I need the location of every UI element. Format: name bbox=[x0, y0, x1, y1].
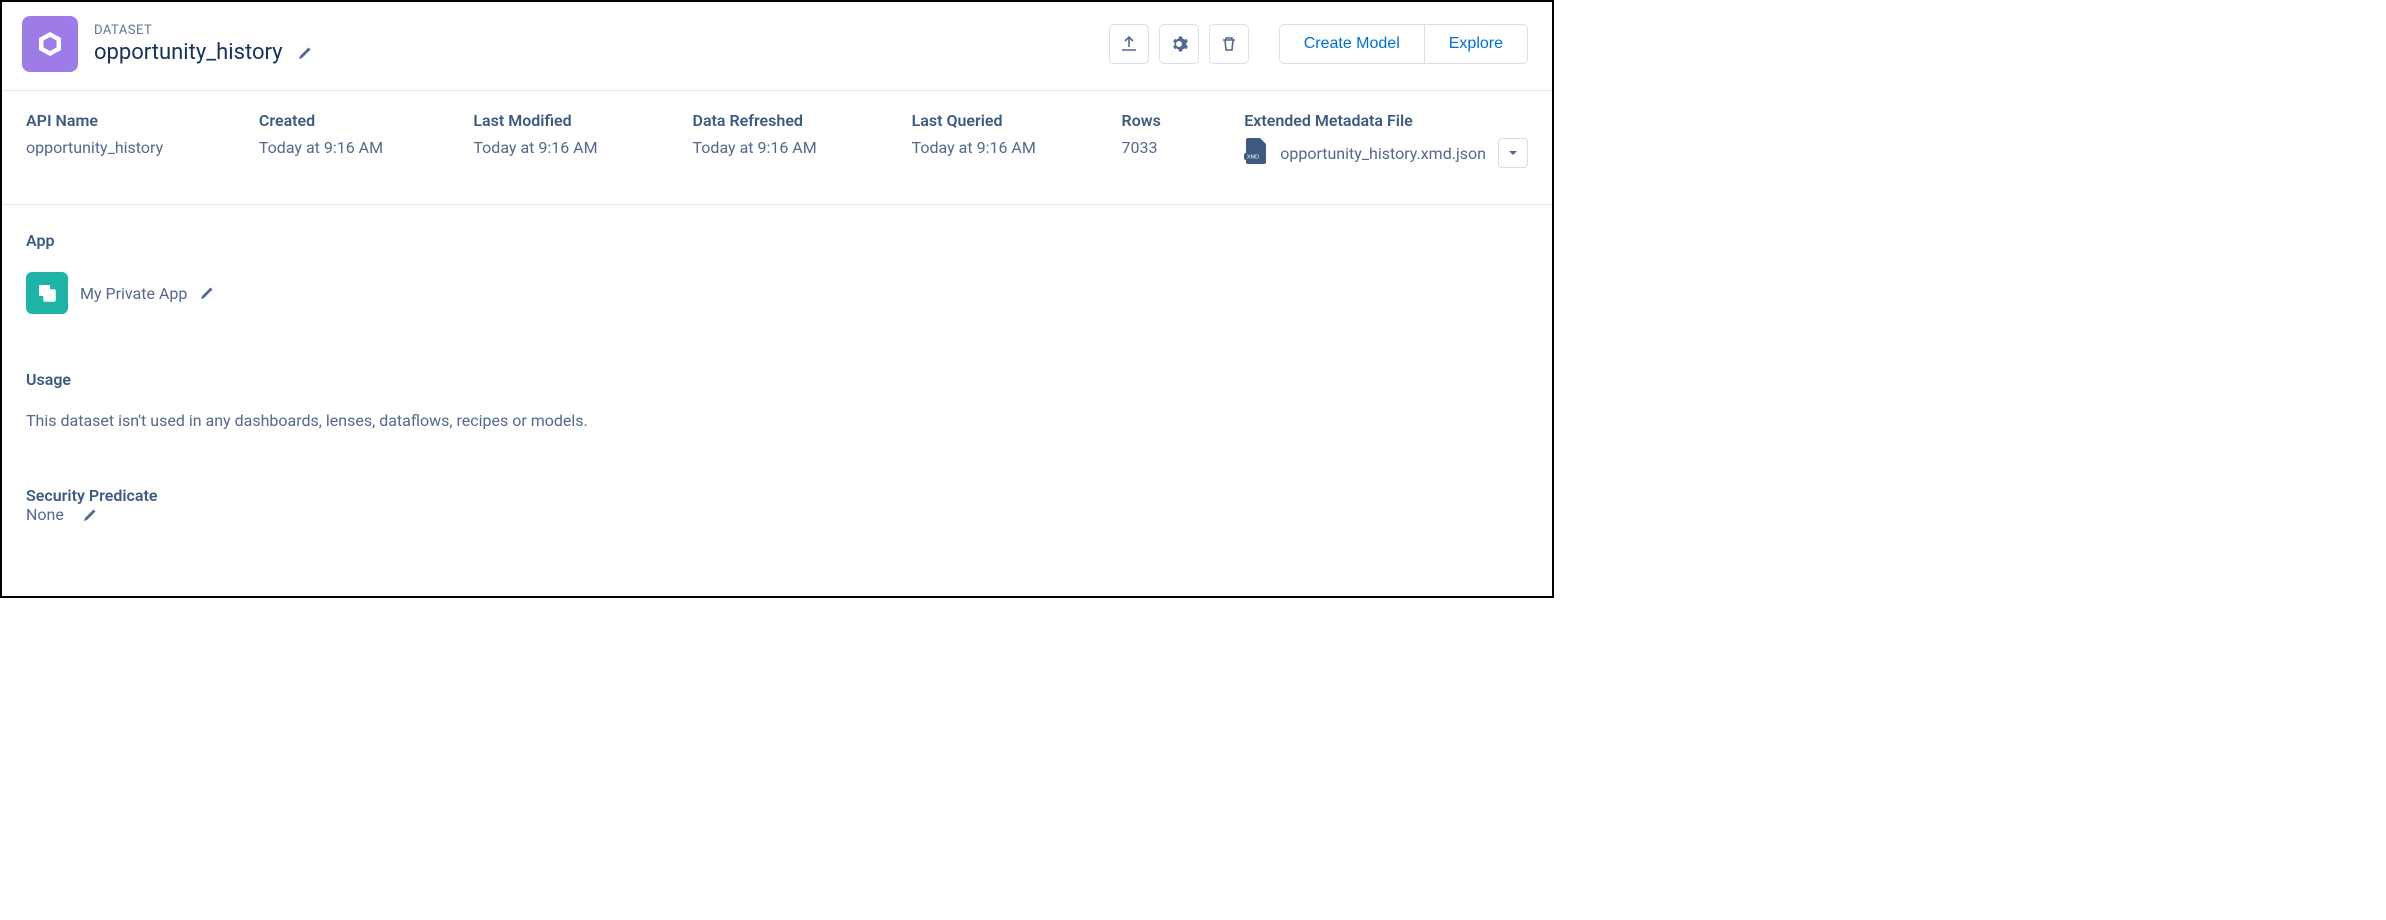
edit-predicate-icon[interactable] bbox=[82, 507, 98, 523]
header-left: DATASET opportunity_history bbox=[22, 16, 1109, 72]
header-actions: Create Model Explore bbox=[1109, 24, 1528, 64]
meta-label: Last Modified bbox=[473, 111, 652, 130]
usage-text: This dataset isn't used in any dashboard… bbox=[26, 411, 1528, 430]
predicate-value: None bbox=[26, 505, 64, 524]
meta-value: Today at 9:16 AM bbox=[473, 138, 652, 157]
page-header: DATASET opportunity_history Create Model… bbox=[2, 2, 1552, 91]
section-title: App bbox=[26, 231, 1528, 250]
meta-last-modified: Last Modified Today at 9:16 AM bbox=[473, 111, 652, 168]
meta-value: opportunity_history bbox=[26, 138, 219, 157]
meta-last-queried: Last Queried Today at 9:16 AM bbox=[912, 111, 1082, 168]
delete-button[interactable] bbox=[1209, 24, 1249, 64]
meta-rows: Rows 7033 bbox=[1122, 111, 1205, 168]
meta-api-name: API Name opportunity_history bbox=[26, 111, 219, 168]
upload-button[interactable] bbox=[1109, 24, 1149, 64]
dataset-icon bbox=[22, 16, 78, 72]
section-security-predicate: Security Predicate None bbox=[26, 486, 1528, 524]
meta-label: Data Refreshed bbox=[693, 111, 872, 130]
create-model-button[interactable]: Create Model bbox=[1279, 24, 1424, 64]
settings-button[interactable] bbox=[1159, 24, 1199, 64]
app-name: My Private App bbox=[80, 284, 187, 303]
title-group: DATASET opportunity_history bbox=[94, 23, 313, 65]
section-title: Usage bbox=[26, 370, 1528, 389]
meta-created: Created Today at 9:16 AM bbox=[259, 111, 434, 168]
primary-button-group: Create Model Explore bbox=[1279, 24, 1528, 64]
meta-value: Today at 9:16 AM bbox=[693, 138, 872, 157]
meta-data-refreshed: Data Refreshed Today at 9:16 AM bbox=[693, 111, 872, 168]
meta-value: Today at 9:16 AM bbox=[912, 138, 1082, 157]
title-row: opportunity_history bbox=[94, 40, 313, 65]
section-usage: Usage This dataset isn't used in any das… bbox=[26, 370, 1528, 430]
metadata-row: API Name opportunity_history Created Tod… bbox=[2, 91, 1552, 205]
explore-button[interactable]: Explore bbox=[1424, 24, 1528, 64]
xmd-file-icon: XMD bbox=[1244, 138, 1268, 168]
xmd-filename: opportunity_history.xmd.json bbox=[1280, 144, 1486, 163]
type-label: DATASET bbox=[94, 23, 313, 38]
meta-label: Extended Metadata File bbox=[1244, 111, 1528, 130]
edit-app-icon[interactable] bbox=[199, 285, 215, 301]
meta-value: 7033 bbox=[1122, 138, 1205, 157]
meta-label: API Name bbox=[26, 111, 219, 130]
predicate-row: None bbox=[26, 505, 1528, 524]
meta-label: Rows bbox=[1122, 111, 1205, 130]
app-icon bbox=[26, 272, 68, 314]
xmd-file-row: XMD opportunity_history.xmd.json bbox=[1244, 138, 1528, 168]
app-row: My Private App bbox=[26, 272, 1528, 314]
meta-xmd: Extended Metadata File XMD opportunity_h… bbox=[1244, 111, 1528, 168]
meta-label: Created bbox=[259, 111, 434, 130]
edit-title-icon[interactable] bbox=[297, 45, 313, 61]
meta-label: Last Queried bbox=[912, 111, 1082, 130]
svg-text:XMD: XMD bbox=[1247, 155, 1259, 161]
page-title: opportunity_history bbox=[94, 40, 283, 65]
section-title: Security Predicate bbox=[26, 486, 1528, 505]
content-area: App My Private App Usage This dataset is… bbox=[2, 205, 1552, 606]
section-app: App My Private App bbox=[26, 231, 1528, 314]
meta-value: Today at 9:16 AM bbox=[259, 138, 434, 157]
xmd-dropdown-button[interactable] bbox=[1498, 138, 1528, 168]
